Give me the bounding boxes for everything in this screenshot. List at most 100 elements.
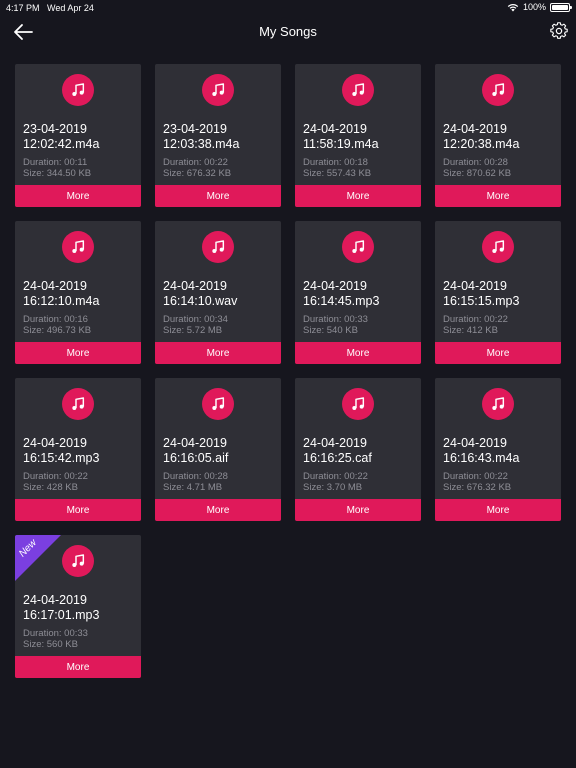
more-button[interactable]: More: [155, 185, 281, 207]
song-thumbnail: [482, 388, 514, 420]
song-file: 12:03:38.m4a: [163, 137, 240, 151]
song-date: 24-04-2019: [23, 593, 87, 607]
song-meta: Duration: 00:16 Size: 496.73 KB: [23, 314, 139, 336]
song-card[interactable]: 24-04-2019 16:16:43.m4a Duration: 00:22 Siz…: [435, 378, 561, 521]
song-thumbnail: [202, 388, 234, 420]
song-duration: Duration: 00:18: [303, 157, 368, 168]
songs-grid: 23-04-2019 12:02:42.m4a Duration: 00:11 Siz…: [15, 64, 561, 678]
song-date: 24-04-2019: [303, 279, 367, 293]
song-duration: Duration: 00:16: [23, 314, 88, 325]
wifi-icon: [507, 3, 519, 11]
music-note-icon: [212, 83, 225, 96]
song-card[interactable]: 24-04-2019 16:16:25.caf Duration: 00:22 Siz…: [295, 378, 421, 521]
song-file: 16:17:01.mp3: [23, 608, 100, 622]
song-size: Size: 412 KB: [443, 325, 498, 336]
song-meta: Duration: 00:33 Size: 560 KB: [23, 628, 139, 650]
song-size: Size: 5.72 MB: [163, 325, 223, 336]
music-note-icon: [72, 397, 85, 410]
settings-button[interactable]: [550, 22, 568, 40]
song-duration: Duration: 00:28: [443, 157, 508, 168]
music-note-icon: [72, 83, 85, 96]
music-note-icon: [352, 397, 365, 410]
more-button[interactable]: More: [15, 656, 141, 678]
song-size: Size: 4.71 MB: [163, 482, 223, 493]
song-duration: Duration: 00:22: [23, 471, 88, 482]
song-meta: Duration: 00:22 Size: 3.70 MB: [303, 471, 419, 493]
song-date: 24-04-2019: [23, 436, 87, 450]
more-button[interactable]: More: [435, 499, 561, 521]
song-card[interactable]: 24-04-2019 16:16:05.aif Duration: 00:28 Siz…: [155, 378, 281, 521]
song-date: 24-04-2019: [163, 279, 227, 293]
song-card[interactable]: 24-04-2019 16:15:15.mp3 Duration: 00:22 Siz…: [435, 221, 561, 364]
song-card[interactable]: 24-04-2019 16:14:10.wav Duration: 00:34 Siz…: [155, 221, 281, 364]
more-button[interactable]: More: [435, 185, 561, 207]
song-file: 11:58:19.m4a: [303, 137, 379, 151]
song-meta: Duration: 00:18 Size: 557.43 KB: [303, 157, 419, 179]
status-time: 4:17 PM: [6, 3, 40, 13]
song-card[interactable]: 23-04-2019 12:03:38.m4a Duration: 00:22 Siz…: [155, 64, 281, 207]
song-size: Size: 560 KB: [23, 639, 78, 650]
more-button[interactable]: More: [295, 185, 421, 207]
song-card[interactable]: 24-04-2019 16:15:42.mp3 Duration: 00:22 Siz…: [15, 378, 141, 521]
song-thumbnail: [202, 74, 234, 106]
song-size: Size: 676.32 KB: [163, 168, 232, 179]
more-button[interactable]: More: [15, 499, 141, 521]
song-size: Size: 496.73 KB: [23, 325, 92, 336]
song-name: 24-04-2019 16:14:10.wav: [163, 279, 279, 309]
song-file: 16:15:42.mp3: [23, 451, 100, 465]
song-name: 24-04-2019 11:58:19.m4a: [303, 122, 419, 152]
song-file: 16:14:45.mp3: [303, 294, 380, 308]
song-thumbnail: [482, 74, 514, 106]
song-card[interactable]: 24-04-2019 16:14:45.mp3 Duration: 00:33 Siz…: [295, 221, 421, 364]
song-file: 12:02:42.m4a: [23, 137, 100, 151]
song-name: 24-04-2019 16:15:42.mp3: [23, 436, 139, 466]
song-file: 12:20:38.m4a: [443, 137, 520, 151]
song-size: Size: 344.50 KB: [23, 168, 92, 179]
more-button[interactable]: More: [15, 342, 141, 364]
song-meta: Duration: 00:33 Size: 540 KB: [303, 314, 419, 336]
music-note-icon: [72, 240, 85, 253]
song-date: 24-04-2019: [443, 279, 507, 293]
more-button[interactable]: More: [155, 499, 281, 521]
song-thumbnail: [62, 545, 94, 577]
song-card[interactable]: 24-04-2019 16:12:10.m4a Duration: 00:16 Siz…: [15, 221, 141, 364]
song-size: Size: 870.62 KB: [443, 168, 512, 179]
music-note-icon: [212, 397, 225, 410]
song-meta: Duration: 00:28 Size: 4.71 MB: [163, 471, 279, 493]
gear-icon: [550, 22, 568, 39]
song-name: 24-04-2019 16:14:45.mp3: [303, 279, 419, 309]
song-thumbnail: [342, 388, 374, 420]
song-date: 24-04-2019: [303, 122, 367, 136]
more-button[interactable]: More: [155, 342, 281, 364]
page-title: My Songs: [259, 24, 317, 39]
song-name: 23-04-2019 12:02:42.m4a: [23, 122, 139, 152]
song-date: 24-04-2019: [163, 436, 227, 450]
song-duration: Duration: 00:33: [303, 314, 368, 325]
song-card[interactable]: New 24-04-2019 16:17:01.mp3 Duration: 00:33…: [15, 535, 141, 678]
song-duration: Duration: 00:22: [443, 314, 508, 325]
song-file: 16:16:43.m4a: [443, 451, 520, 465]
song-file: 16:16:05.aif: [163, 451, 229, 465]
more-button[interactable]: More: [435, 342, 561, 364]
song-card[interactable]: 23-04-2019 12:02:42.m4a Duration: 00:11 Siz…: [15, 64, 141, 207]
more-button[interactable]: More: [15, 185, 141, 207]
song-duration: Duration: 00:11: [23, 157, 88, 168]
song-date: 24-04-2019: [443, 436, 507, 450]
song-file: 16:15:15.mp3: [443, 294, 520, 308]
song-card[interactable]: 24-04-2019 12:20:38.m4a Duration: 00:28 Siz…: [435, 64, 561, 207]
more-button[interactable]: More: [295, 342, 421, 364]
battery-icon: [550, 2, 572, 12]
song-thumbnail: [62, 388, 94, 420]
status-right: 100%: [507, 2, 572, 12]
song-name: 24-04-2019 16:15:15.mp3: [443, 279, 559, 309]
music-note-icon: [492, 240, 505, 253]
song-duration: Duration: 00:34: [163, 314, 228, 325]
song-name: 24-04-2019 16:12:10.m4a: [23, 279, 139, 309]
song-meta: Duration: 00:22 Size: 412 KB: [443, 314, 559, 336]
music-note-icon: [352, 240, 365, 253]
song-card[interactable]: 24-04-2019 11:58:19.m4a Duration: 00:18 Siz…: [295, 64, 421, 207]
song-name: 24-04-2019 16:16:25.caf: [303, 436, 419, 466]
song-size: Size: 540 KB: [303, 325, 358, 336]
more-button[interactable]: More: [295, 499, 421, 521]
song-thumbnail: [202, 231, 234, 263]
